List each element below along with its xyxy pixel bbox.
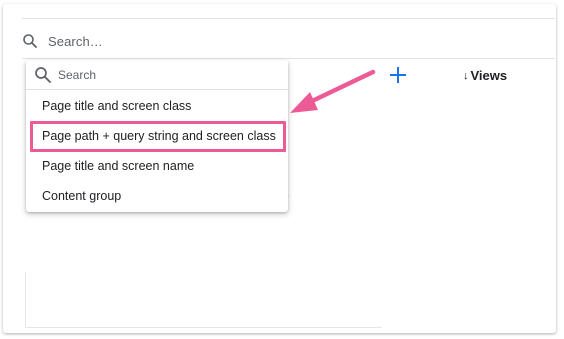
- panel-search-input[interactable]: Search…: [48, 34, 103, 49]
- dropdown-option[interactable]: Page title and screen class: [26, 91, 288, 121]
- table-bottom-border: [25, 327, 382, 328]
- dropdown-option-label: Page title and screen name: [42, 159, 195, 173]
- dropdown-option-label: Page path + query string and screen clas…: [42, 129, 276, 143]
- dropdown-option[interactable]: Content group: [26, 181, 288, 211]
- top-divider: [22, 18, 555, 19]
- dropdown-option-highlighted[interactable]: Page path + query string and screen clas…: [26, 121, 288, 151]
- dropdown-option[interactable]: Page title and screen name: [26, 151, 288, 181]
- dropdown-search-bar[interactable]: Search: [26, 60, 288, 90]
- panel-search-bar[interactable]: Search…: [22, 26, 103, 56]
- search-icon: [34, 66, 52, 84]
- dropdown-option-label: Page title and screen class: [42, 99, 192, 113]
- views-column-header[interactable]: ↓ Views: [463, 68, 507, 83]
- search-divider: [22, 58, 555, 59]
- views-column-label: Views: [470, 68, 508, 83]
- stage: Search… ↓ Views r Search Page: [0, 0, 564, 339]
- add-dimension-button[interactable]: [386, 65, 410, 89]
- search-icon: [22, 33, 38, 49]
- dimension-dropdown: Search Page title and screen class Page …: [26, 60, 288, 212]
- table-left-border: [25, 272, 26, 328]
- dropdown-search-input[interactable]: Search: [58, 68, 96, 82]
- plus-icon: [388, 65, 408, 90]
- dropdown-option-label: Content group: [42, 189, 122, 203]
- arrow-down-icon: ↓: [463, 69, 469, 82]
